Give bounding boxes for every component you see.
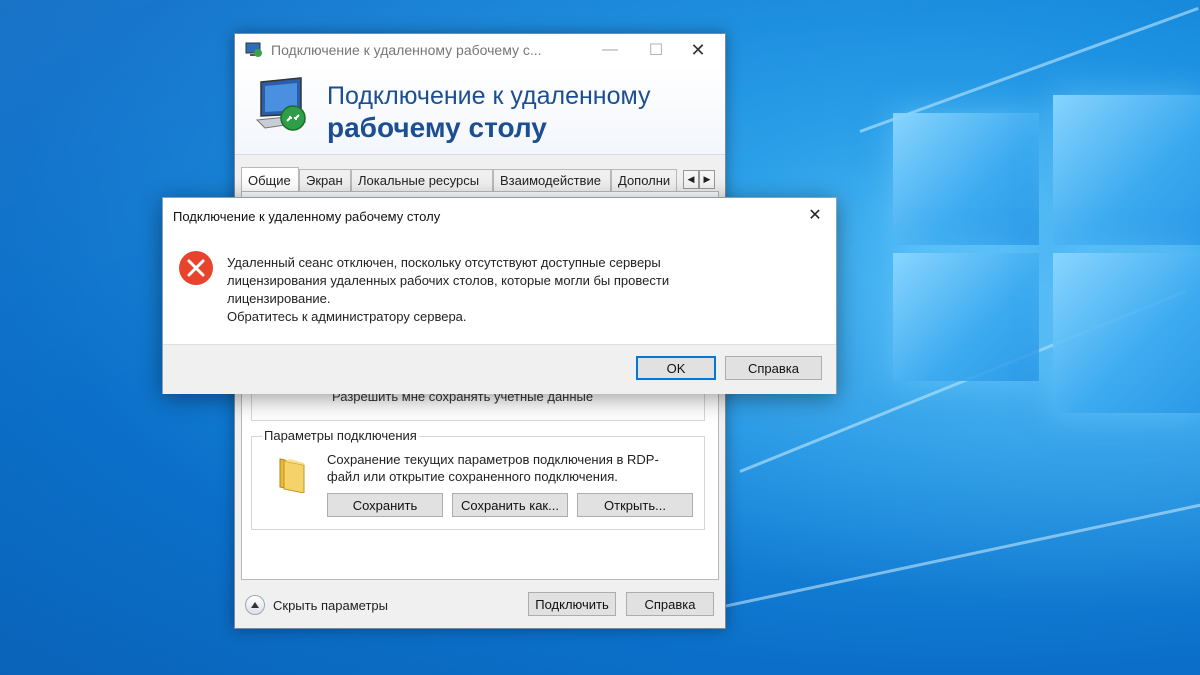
help-button[interactable]: Справка bbox=[626, 592, 714, 616]
message-line: Обратитесь к администратору сервера. bbox=[227, 309, 467, 324]
logo-pane bbox=[1053, 253, 1200, 413]
window-title: Подключение к удаленному рабочему с... bbox=[271, 42, 542, 58]
title-bar[interactable]: Подключение к удаленному рабочему с... —… bbox=[235, 34, 725, 66]
remote-desktop-icon bbox=[245, 42, 262, 57]
header-title: Подключение к удаленному bbox=[327, 82, 651, 110]
tab-local-resources[interactable]: Локальные ресурсы bbox=[351, 169, 493, 191]
remote-desktop-icon bbox=[255, 77, 307, 131]
tab-scroll-right-icon[interactable]: ▶ bbox=[699, 170, 715, 189]
hide-params-label[interactable]: Скрыть параметры bbox=[273, 598, 388, 613]
close-icon[interactable]: ✕ bbox=[804, 204, 826, 226]
chevron-up-icon[interactable] bbox=[245, 595, 265, 615]
connection-settings-group: Параметры подключения Сохранение текущих… bbox=[251, 428, 705, 530]
dialog-title: Подключение к удаленному рабочему столу bbox=[173, 209, 441, 224]
maximize-icon[interactable]: ☐ bbox=[633, 34, 679, 66]
open-button[interactable]: Открыть... bbox=[577, 493, 693, 517]
window-header: Подключение к удаленному рабочему столу bbox=[235, 66, 725, 155]
dialog-footer: OK Справка bbox=[163, 344, 836, 394]
error-dialog: Подключение к удаленному рабочему столу … bbox=[162, 197, 837, 394]
tab-strip: Общие Экран Локальные ресурсы Взаимодейс… bbox=[241, 167, 719, 192]
tab-display[interactable]: Экран bbox=[299, 169, 351, 191]
group-description: Сохранение текущих параметров подключени… bbox=[327, 452, 659, 484]
group-title: Параметры подключения bbox=[262, 428, 419, 443]
windows-logo bbox=[893, 95, 1200, 413]
connect-button[interactable]: Подключить bbox=[528, 592, 616, 616]
logo-pane bbox=[1053, 95, 1200, 245]
logo-pane bbox=[893, 113, 1039, 245]
tab-general[interactable]: Общие bbox=[241, 167, 299, 192]
tab-advanced[interactable]: Дополни bbox=[611, 169, 677, 191]
save-as-button[interactable]: Сохранить как... bbox=[452, 493, 568, 517]
message-line: лицензирование. bbox=[227, 291, 331, 306]
tab-experience[interactable]: Взаимодействие bbox=[493, 169, 611, 191]
error-icon bbox=[179, 251, 213, 285]
dialog-message: Удаленный сеанс отключен, поскольку отсу… bbox=[227, 254, 787, 326]
message-line: Удаленный сеанс отключен, поскольку отсу… bbox=[227, 255, 661, 270]
save-button[interactable]: Сохранить bbox=[327, 493, 443, 517]
close-icon[interactable]: ✕ bbox=[675, 34, 721, 66]
header-title-bold: рабочему столу bbox=[327, 112, 547, 143]
hide-params-toggle[interactable]: Скрыть параметры bbox=[245, 595, 388, 615]
ok-button[interactable]: OK bbox=[636, 356, 716, 380]
tab-scroll-left-icon[interactable]: ◀ bbox=[683, 170, 699, 189]
folder-icon bbox=[279, 458, 305, 493]
message-line: лицензирования удаленных рабочих столов,… bbox=[227, 273, 670, 288]
minimize-icon[interactable]: — bbox=[587, 34, 633, 66]
help-button[interactable]: Справка bbox=[725, 356, 822, 380]
logon-settings-group: Разрешить мне сохранять учетные данные bbox=[251, 389, 705, 421]
logo-pane bbox=[893, 253, 1039, 381]
